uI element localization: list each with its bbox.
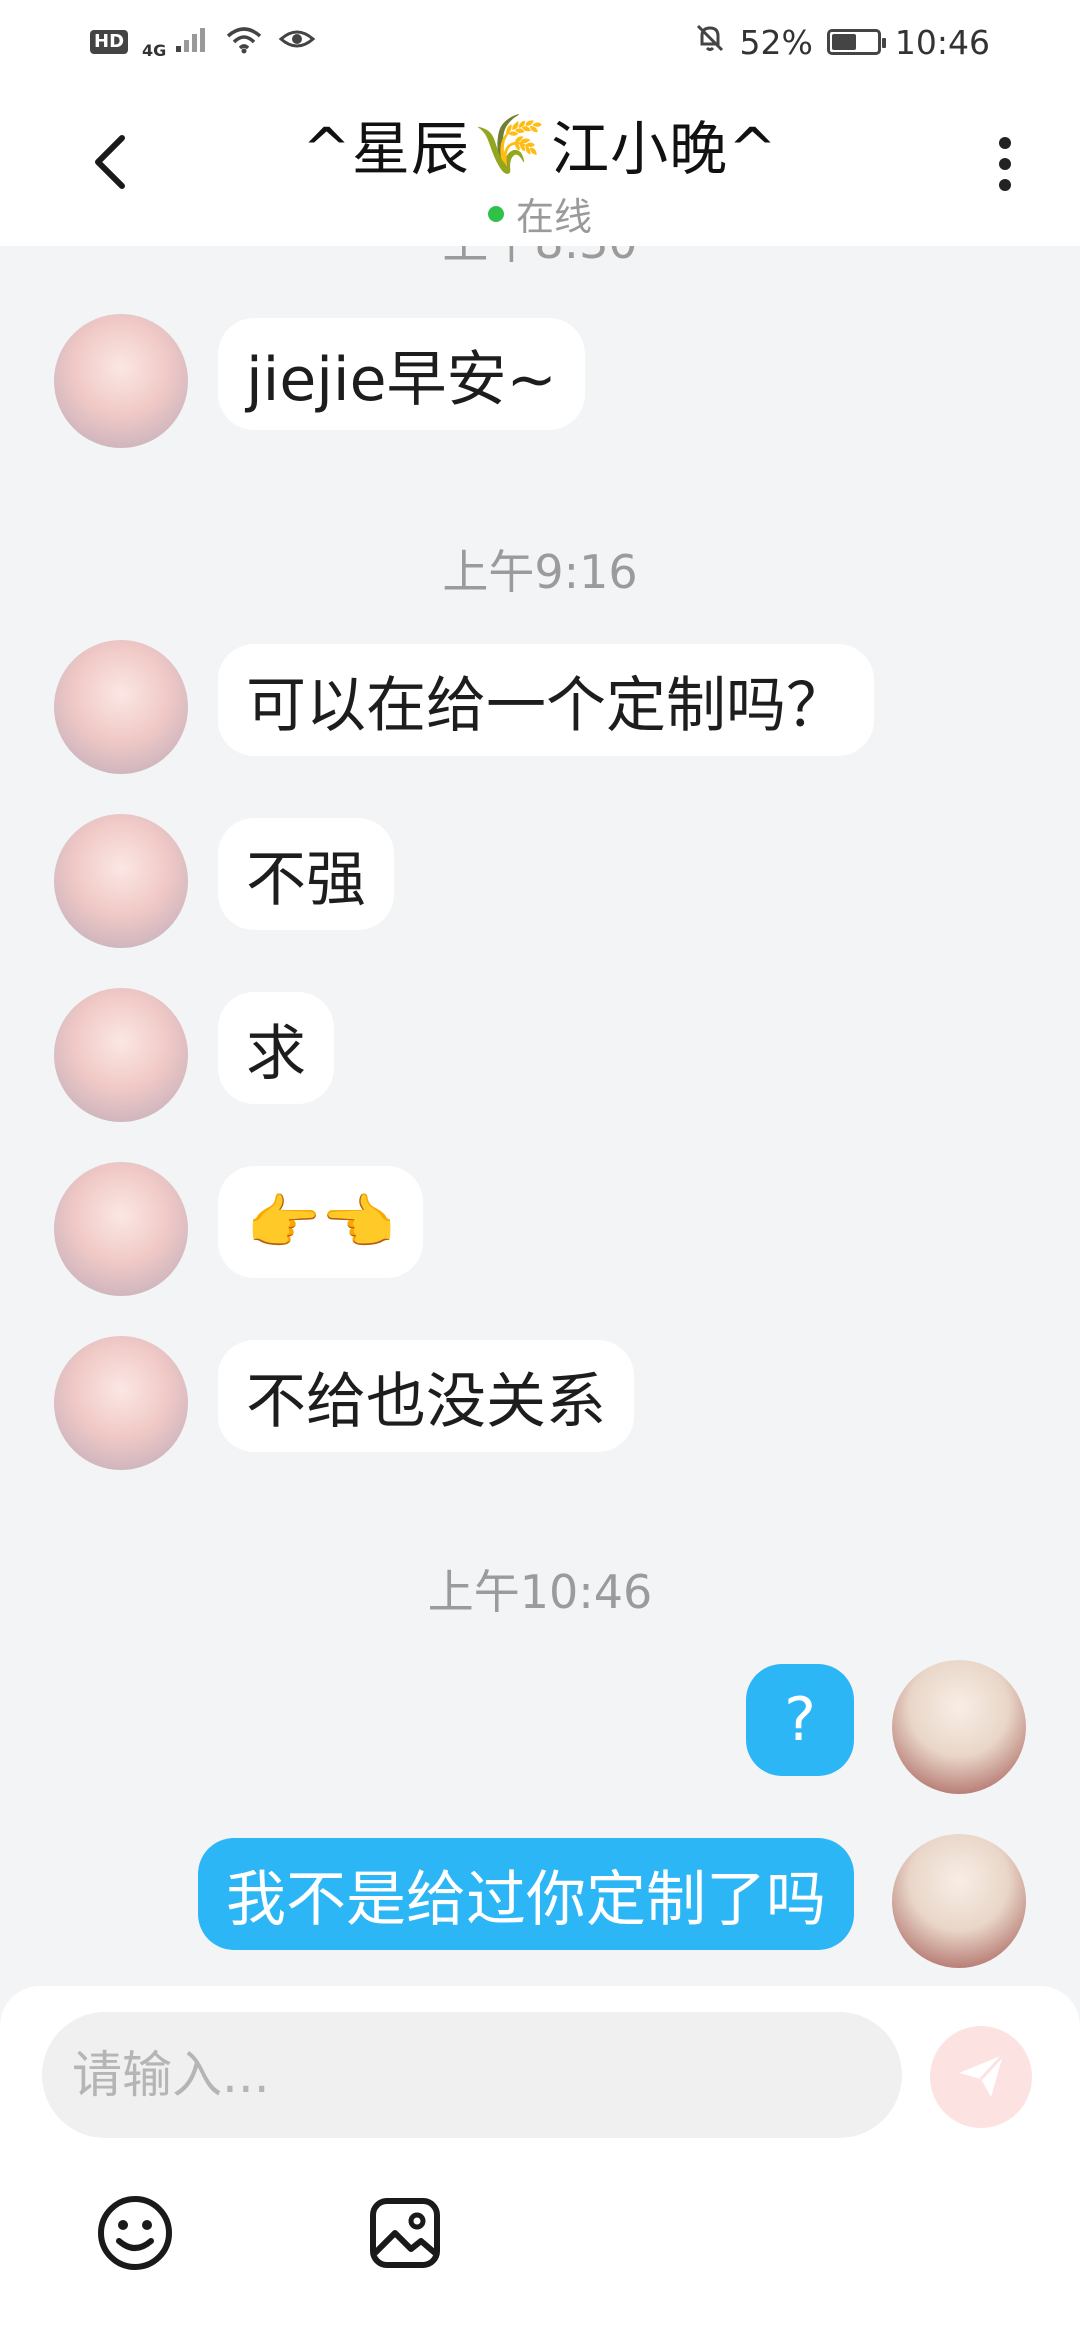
image-button[interactable] <box>362 2192 448 2278</box>
status-right: 52% 10:46 <box>694 22 990 62</box>
wheat-emoji: 🌾 <box>473 109 548 178</box>
message-bubble[interactable]: jiejie早安~ <box>218 318 585 430</box>
send-button[interactable] <box>930 2026 1032 2128</box>
online-dot-icon <box>487 205 504 222</box>
my-avatar[interactable] <box>892 1660 1026 1794</box>
battery-icon <box>826 29 886 55</box>
message-row-incoming: 不强 <box>0 814 1080 950</box>
contact-avatar[interactable] <box>54 1336 188 1470</box>
dot-icon <box>999 179 1011 191</box>
status-time: 10:46 <box>894 22 990 62</box>
composer <box>0 1986 1080 2340</box>
chat-messages[interactable]: 上午8:30 jiejie早安~ 上午9:16 可以在给一个定制吗？ 不强 求 … <box>0 246 1080 1986</box>
message-bubble[interactable]: 求 <box>218 992 334 1104</box>
status-left: HD 4G <box>90 23 316 62</box>
mute-bell-icon <box>694 22 726 62</box>
timestamp: 上午9:16 <box>442 545 638 599</box>
message-row-incoming: 可以在给一个定制吗？ <box>0 640 1080 776</box>
dot-icon <box>999 158 1011 170</box>
chat-header: ^星辰 🌾 江小晚^ 在线 <box>0 84 1080 246</box>
message-input[interactable] <box>42 2012 902 2138</box>
contact-avatar[interactable] <box>54 640 188 774</box>
message-row-incoming: jiejie早安~ <box>0 314 1080 450</box>
title-right: 江小晚^ <box>551 115 778 183</box>
online-status-label: 在线 <box>515 195 592 239</box>
timestamp: 上午10:46 <box>427 1565 653 1619</box>
timestamp: 上午8:30 <box>0 246 1080 272</box>
message-row-incoming: 不给也没关系 <box>0 1336 1080 1472</box>
contact-avatar[interactable] <box>54 814 188 948</box>
contact-avatar[interactable] <box>54 314 188 448</box>
message-row-outgoing: 我不是给过你定制了吗 <box>0 1834 1080 1970</box>
status-bar: HD 4G 52% 10:46 <box>0 0 1080 84</box>
chat-title[interactable]: ^星辰 🌾 江小晚^ <box>302 102 777 186</box>
network-type: 4G <box>142 40 167 60</box>
message-row-incoming: 求 <box>0 988 1080 1124</box>
paper-plane-icon <box>953 2047 1009 2107</box>
message-row-incoming: 👉👈 <box>0 1162 1080 1298</box>
my-avatar[interactable] <box>892 1834 1026 1968</box>
online-status: 在线 <box>487 186 592 241</box>
message-bubble[interactable]: 我不是给过你定制了吗 <box>198 1838 854 1950</box>
image-icon <box>365 2193 445 2277</box>
message-bubble[interactable]: 可以在给一个定制吗？ <box>218 644 874 756</box>
eye-icon <box>278 23 316 62</box>
battery-percent: 52% <box>739 22 813 62</box>
message-row-outgoing: ? <box>0 1660 1080 1796</box>
hd-badge: HD <box>90 30 129 54</box>
contact-avatar[interactable] <box>54 988 188 1122</box>
message-bubble[interactable]: ? <box>746 1664 854 1776</box>
message-bubble[interactable]: 不给也没关系 <box>218 1340 634 1452</box>
smiley-icon <box>95 2193 175 2277</box>
signal-icon <box>174 23 210 62</box>
message-bubble[interactable]: 不强 <box>218 818 394 930</box>
contact-avatar[interactable] <box>54 1162 188 1296</box>
wifi-icon <box>224 23 264 62</box>
emoji-button[interactable] <box>92 2192 178 2278</box>
title-left: ^星辰 <box>302 115 470 183</box>
message-bubble[interactable]: 👉👈 <box>218 1166 424 1278</box>
dot-icon <box>999 137 1011 149</box>
title-wrap: ^星辰 🌾 江小晚^ 在线 <box>0 102 1080 241</box>
more-options-button[interactable] <box>970 124 1040 204</box>
